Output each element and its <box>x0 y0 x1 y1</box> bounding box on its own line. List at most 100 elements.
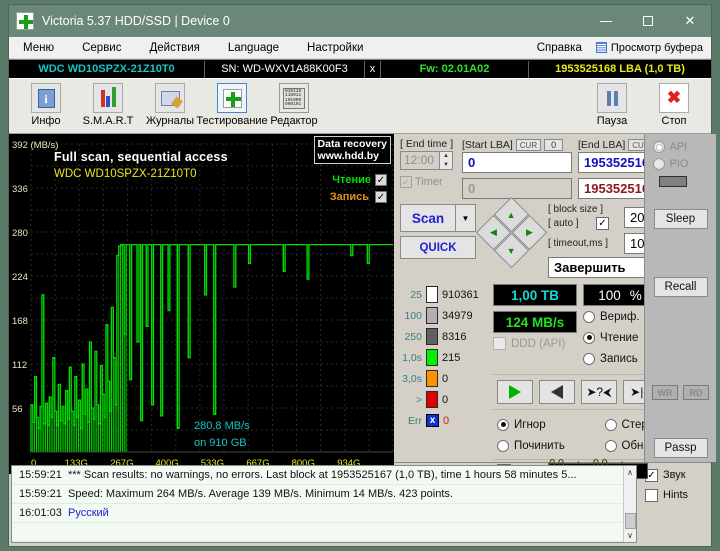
api-radio-row[interactable]: API <box>652 138 709 155</box>
log-scrollbar[interactable]: ∧ ∨ <box>623 466 636 542</box>
dpad-left-icon: ◀ <box>490 226 497 237</box>
erase-radio-icon[interactable] <box>604 418 617 431</box>
scan-button[interactable]: Scan <box>400 204 456 232</box>
pio-label: PIO <box>669 157 689 170</box>
navigation-dpad[interactable]: ▲ ◀ ▶ ▼ <box>475 196 548 269</box>
scan-graph-panel[interactable]: 392 (MB/s) 336 280 224 168 112 56 0 133G 267G 400G… <box>9 134 394 474</box>
scan-dropdown-button[interactable]: ▼ <box>456 204 476 232</box>
toolbar-stop-button[interactable]: ✖ Стоп <box>643 80 705 132</box>
toolbar-testing-button[interactable]: Тестирование <box>196 80 268 132</box>
legend-count: 8316 <box>442 330 467 343</box>
reverse-icon <box>551 385 563 399</box>
maximize-button[interactable] <box>627 5 669 37</box>
watermark-line-2: www.hdd.by <box>317 150 379 162</box>
passport-button[interactable]: Passp <box>653 438 708 458</box>
log-row-empty <box>12 523 623 542</box>
ddd-api-row[interactable]: DDD (API) <box>493 337 577 350</box>
timer-group[interactable]: ✓ Timer <box>400 176 456 188</box>
buffer-view-button[interactable]: Просмотр буфера <box>595 42 711 54</box>
log-message-link[interactable]: Русский <box>68 507 623 519</box>
graph-title: Full scan, sequential access <box>54 150 228 164</box>
end-time-input[interactable]: 12:00 <box>400 151 440 170</box>
reverse-button[interactable] <box>539 380 575 404</box>
block-size-label: [ block size ] <box>548 204 604 215</box>
quick-button[interactable]: QUICK <box>400 236 476 259</box>
read-radio-icon[interactable] <box>583 331 595 344</box>
end-time-spin-buttons[interactable]: ▲ ▼ <box>440 151 453 170</box>
menu-item-actions[interactable]: Действия <box>135 37 213 59</box>
toolbar-editor-button[interactable]: 010110 110011 101000 000101 Редактор <box>263 80 325 132</box>
menu-item-language[interactable]: Language <box>214 37 293 59</box>
pio-radio-icon[interactable] <box>652 157 665 170</box>
end-time-spinner[interactable]: 12:00 ▲ ▼ <box>400 151 456 170</box>
repair-radio-icon[interactable] <box>497 439 509 452</box>
sleep-button[interactable]: Sleep <box>653 209 708 229</box>
scan-button-group: Scan ▼ QUICK <box>400 204 478 278</box>
menu-item-settings[interactable]: Настройки <box>293 37 377 59</box>
log-list[interactable]: 15:59:21 *** Scan results: no warnings, … <box>11 465 637 543</box>
toolbar-pause-button[interactable]: Пауза <box>581 80 643 132</box>
start-lba-secondary-input[interactable]: 0 <box>462 178 572 199</box>
control-panel: [ End time ] 12:00 ▲ ▼ ✓ Timer [Start LB… <box>394 134 716 485</box>
hints-checkbox[interactable] <box>645 488 658 502</box>
recall-button[interactable]: Recall <box>653 277 708 297</box>
verify-radio-icon[interactable] <box>583 310 595 323</box>
write-radio-icon[interactable] <box>583 352 595 365</box>
api-radio-icon[interactable] <box>652 140 665 153</box>
graph-legend-write-checkbox[interactable]: ✓ <box>375 191 387 203</box>
legend-color-swatch <box>426 349 438 366</box>
pio-radio-row[interactable]: PIO <box>652 155 709 172</box>
menu-bar: Меню Сервис Действия Language Настройки … <box>9 37 711 59</box>
option-repair[interactable]: Починить <box>497 435 605 456</box>
timer-checkbox[interactable]: ✓ <box>400 176 412 188</box>
start-lba-input[interactable]: 0 <box>462 152 572 173</box>
legend-color-swatch <box>426 307 438 324</box>
close-button[interactable]: ✕ <box>669 5 711 37</box>
scroll-up-icon[interactable]: ∧ <box>627 466 633 479</box>
menu-item-service[interactable]: Сервис <box>68 37 135 59</box>
spin-down-icon[interactable]: ▼ <box>440 161 452 170</box>
device-firmware: Fw: 02.01A02 <box>381 60 529 78</box>
log-row[interactable]: 15:59:21 Speed: Maximum 264 MB/s. Averag… <box>12 485 623 504</box>
svg-text:168: 168 <box>12 316 28 327</box>
start-button[interactable] <box>497 380 533 404</box>
ignore-radio-icon[interactable] <box>497 418 509 431</box>
buffer-icon <box>595 42 607 53</box>
graph-cursor-position: on 910 GB <box>194 437 247 449</box>
toolbar-info-button[interactable]: i Инфо <box>15 80 77 132</box>
toolbar-smart-button[interactable]: S.M.A.R.T <box>77 80 139 132</box>
end-lba-label: [End LBA] <box>578 138 626 151</box>
refresh-radio-icon[interactable] <box>604 439 617 452</box>
start-lba-cur-button[interactable]: CUR <box>515 138 542 151</box>
progress-percent-value: 100 <box>598 287 621 303</box>
legend-row: > 0 <box>396 389 491 410</box>
option-ignore[interactable]: Игнор <box>497 414 605 435</box>
rd-indicator: RD <box>683 385 709 400</box>
legend-color-swatch <box>426 286 438 303</box>
ddd-api-checkbox[interactable] <box>493 337 506 350</box>
log-time: 15:59:21 <box>19 488 62 500</box>
hints-option[interactable]: Hints <box>645 485 709 505</box>
device-capacity: 1953525168 LBA (1,0 TB) <box>555 63 685 75</box>
minimize-button[interactable] <box>585 5 627 37</box>
step-query-button[interactable]: ➤?⮜ <box>581 380 617 404</box>
graph-legend-read-checkbox[interactable]: ✓ <box>375 174 387 186</box>
log-message: Speed: Maximum 264 MB/s. Average 139 MB/… <box>68 488 453 500</box>
spin-up-icon[interactable]: ▲ <box>440 152 452 161</box>
toolbar-pause-label: Пауза <box>596 115 628 127</box>
scrollbar-thumb[interactable] <box>624 513 636 529</box>
log-row[interactable]: 15:59:21 *** Scan results: no warnings, … <box>12 466 623 485</box>
graph-cursor-speed: 280,8 MB/s <box>194 420 250 432</box>
menu-item-help[interactable]: Справка <box>523 37 596 59</box>
legend-label: 3,0s <box>402 372 422 385</box>
scan-line: Scan ▼ <box>400 204 478 232</box>
rail-slider[interactable] <box>658 176 687 187</box>
graph-legend-write-label: Запись <box>329 191 369 203</box>
legend-color-swatch <box>426 328 438 345</box>
scroll-down-icon[interactable]: ∨ <box>627 529 633 542</box>
log-row[interactable]: 16:01:03 Русский <box>12 504 623 523</box>
auto-checkbox[interactable]: ✓ <box>596 217 609 230</box>
toolbar-journals-button[interactable]: Журналы <box>139 80 201 132</box>
scrollbar-track[interactable] <box>624 479 637 529</box>
menu-item-menu[interactable]: Меню <box>9 37 68 59</box>
